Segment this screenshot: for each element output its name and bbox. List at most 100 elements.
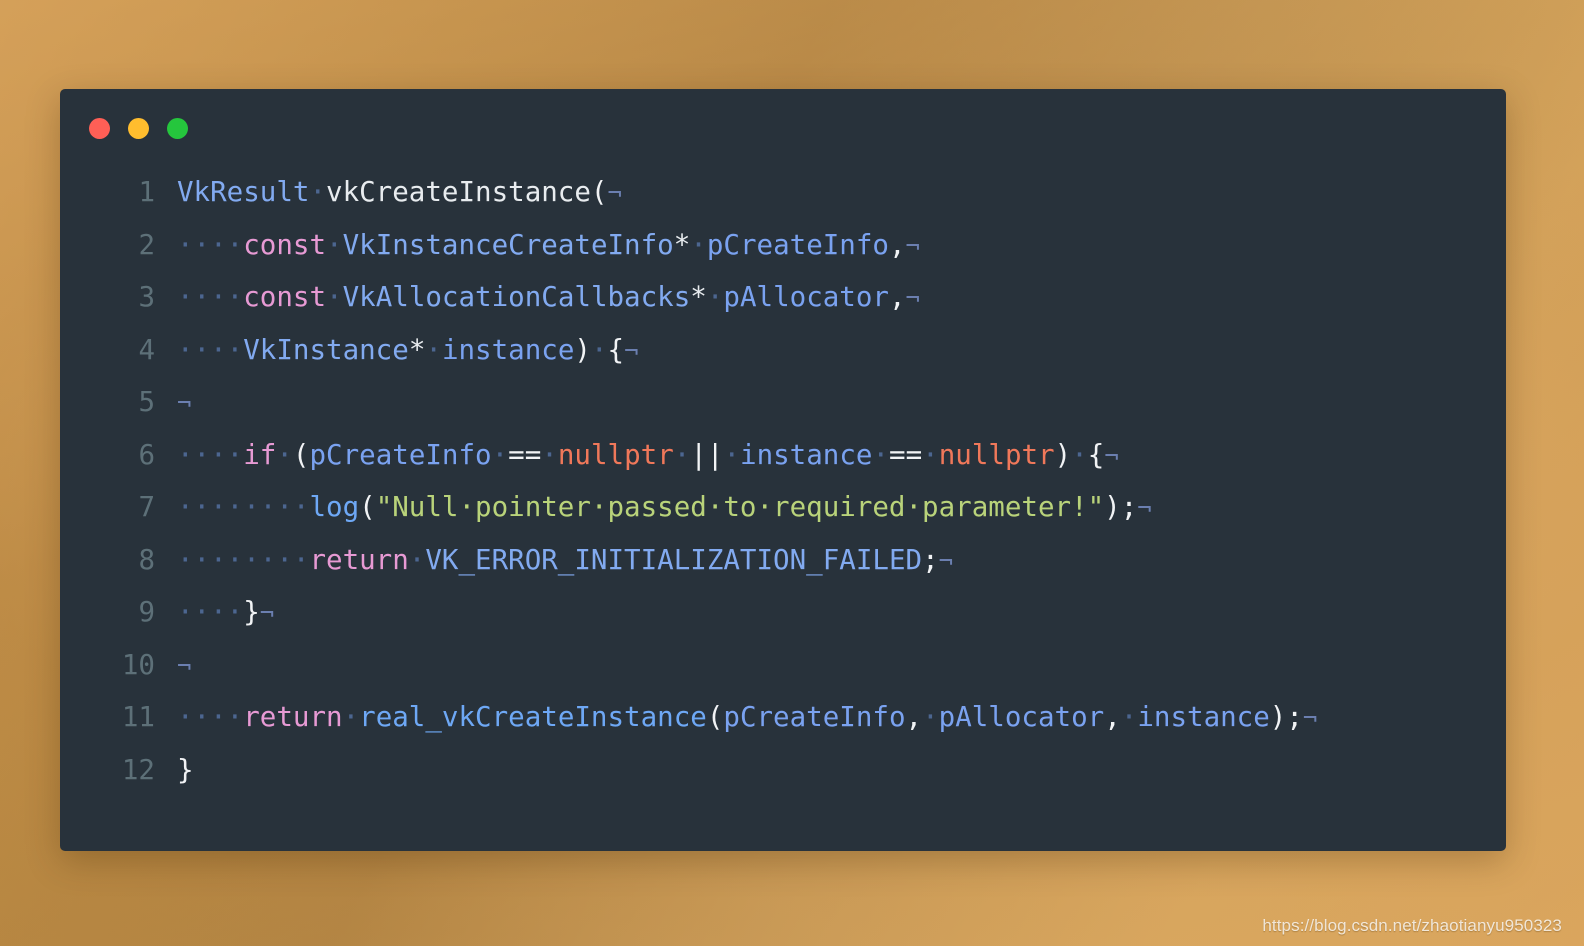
whitespace-dots-icon: ·: [922, 701, 939, 733]
code-line-text: ····const·VkAllocationCallbacks*·pAlloca…: [155, 272, 920, 325]
code-token: VkResult: [177, 176, 310, 208]
code-token: ==: [889, 438, 923, 471]
code-token: *: [690, 281, 707, 313]
code-line-text: ····return·real_vkCreateInstance(pCreate…: [155, 692, 1317, 745]
code-token: "Null·pointer·passed·to·required·paramet…: [375, 491, 1105, 523]
code-line: 2 ····const·VkInstanceCreateInfo*·pCreate…: [60, 220, 1506, 273]
code-token: VkInstanceCreateInfo: [342, 228, 674, 261]
code-token: const: [243, 281, 327, 313]
whitespace-dots-icon: ·: [1071, 438, 1088, 471]
window-titlebar: [60, 89, 1506, 167]
code-token: (: [292, 438, 310, 471]
code-token: log: [309, 491, 360, 523]
code-token: pCreateInfo: [706, 228, 889, 261]
code-token: instance: [441, 333, 575, 366]
line-number: 2: [138, 228, 155, 261]
code-token: ,: [905, 701, 923, 733]
line-number: 10: [121, 648, 155, 681]
whitespace-dots-icon: ·: [276, 438, 293, 471]
close-button[interactable]: [89, 117, 110, 139]
code-token: {: [607, 333, 625, 366]
code-token: if: [243, 438, 277, 471]
line-number: 1: [138, 176, 155, 208]
minimize-button[interactable]: [128, 117, 149, 139]
whitespace-dots-icon: ····: [177, 333, 244, 366]
code-token: ): [1054, 438, 1072, 471]
code-line: 4 ····VkInstance*·instance)·{¬: [60, 325, 1506, 378]
line-number: 6: [138, 438, 155, 471]
code-snippet-window: 1 VkResult·vkCreateInstance(¬ 2 ····const·V…: [60, 89, 1506, 851]
whitespace-dots-icon: ·: [541, 438, 558, 471]
code-line-text: ¬: [155, 377, 191, 430]
code-line-text: ····const·VkInstanceCreateInfo*·pCreateI…: [155, 220, 920, 273]
whitespace-dots-icon: ·: [326, 281, 343, 313]
watermark-url: https://blog.csdn.net/zhaotianyu950323: [1262, 916, 1562, 935]
newline-marker-icon: ¬: [177, 389, 192, 417]
code-token: return: [309, 543, 409, 576]
code-token: VK_ERROR_INITIALIZATION_FAILED: [425, 543, 923, 576]
code-token: (: [359, 491, 376, 523]
code-line-text: }: [155, 745, 194, 797]
code-token: pCreateInfo: [309, 438, 492, 471]
code-token: pCreateInfo: [723, 701, 906, 733]
code-line-text: ········return·VK_ERROR_INITIALIZATION_F…: [155, 535, 953, 588]
newline-marker-icon: ¬: [607, 179, 622, 207]
line-number: 8: [138, 543, 155, 576]
line-number: 4: [138, 333, 155, 366]
newline-marker-icon: ¬: [1302, 704, 1318, 732]
code-line: 12}: [60, 745, 1506, 797]
code-token: {: [1087, 438, 1105, 471]
code-token: pAllocator: [723, 281, 889, 313]
whitespace-dots-icon: ·: [342, 701, 360, 733]
code-line: 8 ········return·VK_ERROR_INITIALIZATION_…: [60, 535, 1506, 588]
code-editor-body[interactable]: 1 VkResult·vkCreateInstance(¬ 2 ····const·V…: [60, 167, 1506, 796]
whitespace-dots-icon: ········: [177, 543, 310, 576]
code-line: 6 ····if·(pCreateInfo·==·nullptr·||·insta…: [60, 430, 1506, 483]
code-token: VkInstance: [243, 333, 409, 366]
whitespace-dots-icon: ·: [723, 438, 741, 471]
code-token: ): [574, 333, 591, 366]
newline-marker-icon: ¬: [938, 546, 954, 575]
newline-marker-icon: ¬: [905, 231, 920, 260]
code-token: pAllocator: [938, 701, 1105, 733]
line-number: 9: [138, 596, 155, 628]
code-token: }: [243, 596, 260, 628]
whitespace-dots-icon: ····: [177, 596, 244, 628]
code-token: *: [408, 333, 426, 366]
code-token: *: [673, 228, 691, 261]
whitespace-dots-icon: ·: [491, 438, 509, 471]
whitespace-dots-icon: ········: [177, 491, 310, 523]
code-line: 9 ····}¬: [60, 587, 1506, 640]
code-line: 3 ····const·VkAllocationCallbacks*·pAlloc…: [60, 272, 1506, 325]
code-token: ,: [888, 228, 906, 261]
newline-marker-icon: ¬: [259, 599, 275, 627]
code-line-text: ····VkInstance*·instance)·{¬: [155, 325, 639, 378]
whitespace-dots-icon: ····: [177, 281, 244, 313]
whitespace-dots-icon: ·: [922, 438, 939, 471]
code-token: (: [590, 176, 608, 208]
code-token: const: [243, 228, 327, 261]
code-token: nullptr: [557, 438, 674, 471]
code-line: 7 ········log("Null·pointer·passed·to·req…: [60, 482, 1506, 535]
code-line-text: ¬: [155, 640, 191, 693]
whitespace-dots-icon: ·: [326, 228, 343, 261]
code-token: ;: [922, 543, 939, 576]
code-token: ,: [1104, 701, 1121, 733]
code-line: 1 VkResult·vkCreateInstance(¬: [60, 167, 1506, 220]
code-token: ||: [690, 438, 724, 471]
whitespace-dots-icon: ·: [690, 228, 707, 261]
code-token: );: [1104, 491, 1138, 523]
newline-marker-icon: ¬: [905, 284, 920, 312]
newline-marker-icon: ¬: [1104, 441, 1119, 470]
maximize-button[interactable]: [167, 117, 188, 139]
code-token: real_vkCreateInstance: [359, 701, 707, 733]
whitespace-dots-icon: ····: [177, 701, 244, 733]
whitespace-dots-icon: ·: [872, 438, 890, 471]
line-number: 7: [138, 491, 155, 523]
code-token: vkCreateInstance: [326, 176, 591, 208]
code-line: 10 ¬: [60, 640, 1506, 693]
code-token: ==: [508, 438, 542, 471]
whitespace-dots-icon: ·: [408, 543, 426, 576]
whitespace-dots-icon: ····: [177, 438, 244, 471]
whitespace-dots-icon: ·: [425, 333, 442, 366]
